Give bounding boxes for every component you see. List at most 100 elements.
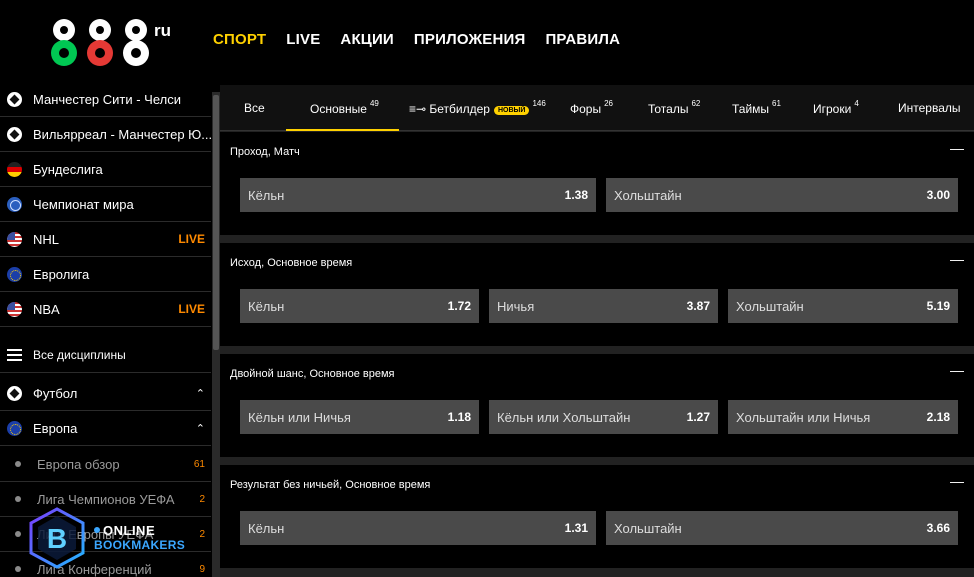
tab-handicaps[interactable]: Форы 26 [570,99,613,116]
nav-promotions[interactable]: АКЦИИ [340,31,394,48]
odd-button[interactable]: Кёльн 1.38 [240,178,596,212]
collapse-icon[interactable]: — [950,140,964,156]
tab-label: Интервалы [898,101,961,115]
odd-button[interactable]: Хольштайн или Ничья 2.18 [728,400,958,434]
odd-button[interactable]: Кёльн 1.31 [240,511,596,545]
sidebar-item-world-cup[interactable]: Чемпионат мира [0,187,211,222]
market-tabs: Все Основные 49 ≡⊸ Бетбилдер НОВЫЙ146 Форы… [220,85,974,131]
tab-all[interactable]: Все [244,101,265,115]
nav-sport[interactable]: СПОРТ [213,31,266,48]
soccer-ball-icon [7,126,22,142]
market-block: Результат без ничьей, Основное время — К… [220,465,974,568]
odd-price: 5.19 [926,299,950,313]
nav-apps[interactable]: ПРИЛОЖЕНИЯ [414,31,526,48]
odd-name: Хольштайн [614,187,682,203]
tab-players[interactable]: Игроки 4 [813,99,859,116]
bullet-icon [15,496,21,502]
tab-label: Игроки [813,102,852,116]
live-badge: LIVE [178,302,205,316]
tab-main[interactable]: Основные 49 [286,99,399,131]
watermark-line1: ONLINE [103,523,156,538]
tab-intervals[interactable]: Интервалы [898,101,961,115]
sidebar-item-label: Вильярреал - Манчестер Ю... [33,126,211,142]
sidebar-subitem-europe-overview[interactable]: Европа обзор 61 [0,447,211,482]
chevron-up-icon[interactable]: ⌃ [196,422,205,435]
sidebar-item-euroleague[interactable]: Евролига [0,257,211,292]
betbuilder-icon: ≡⊸ [409,102,427,116]
sidebar-item-bundesliga[interactable]: Бундеслига [0,152,211,187]
sidebar-item-label: Европа [33,420,78,436]
sidebar-item-label: Лига Чемпионов УЕФА [37,491,175,507]
collapse-icon[interactable]: — [950,362,964,378]
odd-price: 1.31 [564,521,588,535]
sidebar-item-label: Европа обзор [37,456,120,472]
sidebar-item-label: Манчестер Сити - Челси [33,91,181,107]
odd-button[interactable]: Хольштайн 5.19 [728,289,958,323]
sidebar-scrollbar-thumb[interactable] [213,95,219,350]
odd-button[interactable]: Кёльн или Ничья 1.18 [240,400,479,434]
nav-rules[interactable]: ПРАВИЛА [545,31,620,48]
odd-name: Хольштайн или Ничья [736,409,871,425]
tab-halves[interactable]: Таймы 61 [732,99,781,116]
odd-price: 1.27 [686,410,710,424]
usa-flag-icon [7,231,22,247]
odd-button[interactable]: Кёльн или Хольштайн 1.27 [489,400,718,434]
odd-button[interactable]: Хольштайн 3.00 [606,178,958,212]
market-title: Исход, Основное время [230,257,353,269]
odd-button[interactable]: Ничья 3.87 [489,289,718,323]
globe-icon [7,196,22,212]
tab-label: Таймы [732,102,770,116]
new-badge: НОВЫЙ [493,106,530,115]
odd-price: 1.38 [564,188,588,202]
market-block: Исход, Основное время — Кёльн 1.72 Ничья… [220,243,974,346]
top-nav: СПОРТ LIVE АКЦИИ ПРИЛОЖЕНИЯ ПРАВИЛА [213,31,640,48]
live-badge: LIVE [178,232,205,246]
odd-name: Кёльн [248,298,285,314]
sidebar-item-football[interactable]: Футбол ⌃ [0,376,211,411]
sidebar-item-label: NBA [33,301,60,317]
collapse-icon[interactable]: — [950,251,964,267]
sidebar-item-label: Футбол [33,385,78,401]
sidebar-item-label: Все дисциплины [33,348,126,362]
brand-logo[interactable]: ru [42,16,182,68]
collapse-icon[interactable]: — [950,473,964,489]
eu-flag-icon [7,266,22,282]
sidebar-item-nba[interactable]: NBA LIVE [0,292,211,327]
sidebar-item-label: NHL [33,231,60,247]
chevron-up-icon[interactable]: ⌃ [196,387,205,400]
odd-name: Кёльн [248,187,285,203]
header: ru СПОРТ LIVE АКЦИИ ПРИЛОЖЕНИЯ ПРАВИЛА [0,0,974,85]
watermark-dot-icon [94,527,100,533]
list-icon [7,349,22,361]
tab-count: 49 [369,99,379,108]
odd-name: Ничья [497,298,535,314]
market-panel: Все Основные 49 ≡⊸ Бетбилдер НОВЫЙ146 Форы… [220,85,974,577]
sidebar-item-man-city-chelsea[interactable]: Манчестер Сити - Челси [0,82,211,117]
odd-button[interactable]: Хольштайн 3.66 [606,511,958,545]
tab-label: Тоталы [648,102,689,116]
odd-name: Хольштайн [614,520,682,536]
odd-name: Кёльн [248,520,285,536]
odd-button[interactable]: Кёльн 1.72 [240,289,479,323]
sidebar-item-villarreal-man-utd[interactable]: Вильярреал - Манчестер Ю... [0,117,211,152]
watermark-line2: BOOKMAKERS [94,538,186,552]
tab-betbuilder[interactable]: ≡⊸ Бетбилдер НОВЫЙ146 [409,99,546,116]
tab-totals[interactable]: Тоталы 62 [648,99,700,116]
watermark-letter: B [47,523,67,554]
bullet-icon [15,461,21,467]
sidebar-item-label: Чемпионат мира [33,196,134,212]
tab-label: Все [244,101,265,115]
sidebar-item-europe[interactable]: Европа ⌃ [0,411,211,446]
market-title: Проход, Матч [230,146,300,158]
odd-price: 3.00 [926,188,950,202]
event-count: 9 [199,563,205,575]
odd-name: Кёльн или Ничья [248,409,351,425]
sidebar-item-nhl[interactable]: NHL LIVE [0,222,211,257]
odd-name: Кёльн или Хольштайн [497,409,631,425]
nav-live[interactable]: LIVE [286,31,320,48]
odd-price: 3.66 [926,521,950,535]
event-count: 2 [199,528,205,540]
tab-label: Форы [570,102,602,116]
sidebar-item-all-disciplines[interactable]: Все дисциплины [0,338,211,373]
tab-label: Бетбилдер [429,102,490,116]
